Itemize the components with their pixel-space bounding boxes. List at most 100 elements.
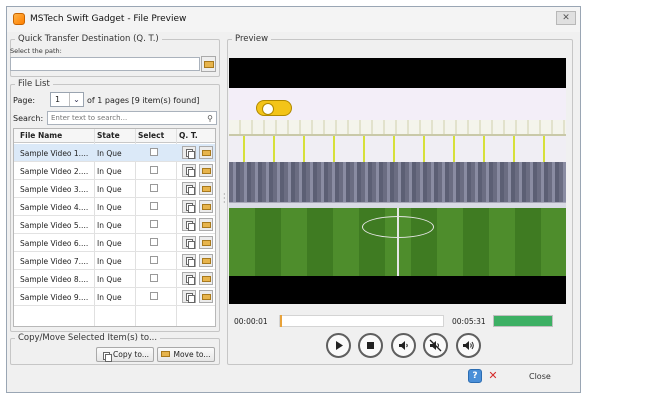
select-checkbox[interactable] (150, 274, 158, 282)
qt-move-button[interactable] (199, 290, 213, 303)
select-checkbox[interactable] (150, 184, 158, 192)
table-row[interactable]: Sample Video 5.... In Que (14, 216, 215, 234)
current-time: 00:00:01 (234, 317, 268, 326)
select-checkbox[interactable] (150, 256, 158, 264)
column-header-qt[interactable]: Q. T. (179, 131, 198, 140)
state-cell: In Que (97, 203, 122, 212)
state-cell: In Que (97, 293, 122, 302)
broadcast-logo (256, 100, 292, 116)
qt-move-button[interactable] (199, 182, 213, 195)
volume-down-button[interactable] (391, 333, 416, 358)
move-to-button[interactable]: Move to... (157, 347, 215, 362)
qt-copy-button[interactable] (182, 146, 196, 159)
play-button[interactable] (326, 333, 351, 358)
app-icon (13, 13, 25, 25)
file-name-cell: Sample Video 2.... (20, 167, 89, 176)
folder-icon (202, 150, 211, 156)
copy-to-button[interactable]: Copy to... (96, 347, 154, 362)
qt-move-button[interactable] (199, 218, 213, 231)
page-select[interactable]: 1 ⌄ (50, 92, 84, 107)
qt-copy-button[interactable] (182, 200, 196, 213)
qt-move-button[interactable] (199, 254, 213, 267)
seek-bar[interactable] (279, 315, 444, 327)
table-row[interactable]: Sample Video 3.... In Que (14, 180, 215, 198)
state-cell: In Que (97, 275, 122, 284)
volume-up-icon (463, 341, 474, 350)
preview-legend: Preview (235, 34, 269, 44)
help-button[interactable]: ? (468, 369, 482, 383)
qt-copy-button[interactable] (182, 290, 196, 303)
select-checkbox[interactable] (150, 148, 158, 156)
table-row[interactable]: Sample Video 8.... In Que (14, 270, 215, 288)
page-select-value: 1 (55, 95, 61, 104)
table-row[interactable]: Sample Video 2.... In Que (14, 162, 215, 180)
state-cell: In Que (97, 257, 122, 266)
folder-icon (202, 276, 211, 282)
column-header-state[interactable]: State (97, 131, 120, 140)
qt-copy-button[interactable] (182, 236, 196, 249)
panel-splitter[interactable]: · · · (223, 191, 226, 207)
chevron-down-icon[interactable]: ⌄ (69, 93, 83, 106)
qt-copy-button[interactable] (182, 182, 196, 195)
select-checkbox[interactable] (150, 292, 158, 300)
move-icon (161, 350, 170, 359)
select-checkbox[interactable] (150, 238, 158, 246)
state-cell: In Que (97, 149, 122, 158)
qt-move-button[interactable] (199, 146, 213, 159)
select-checkbox[interactable] (150, 202, 158, 210)
quick-transfer-legend: Quick Transfer Destination (Q. T.) (18, 34, 159, 44)
title-bar[interactable]: MSTech Swift Gadget - File Preview ✕ (7, 7, 580, 32)
search-field[interactable]: ⚲ (47, 111, 217, 125)
close-button[interactable]: Close (505, 366, 569, 386)
folder-icon (202, 240, 211, 246)
table-row[interactable]: Sample Video 9.... In Que (14, 288, 215, 306)
qt-copy-button[interactable] (182, 254, 196, 267)
volume-down-icon (399, 341, 408, 350)
folder-icon (204, 61, 214, 68)
volume-slider[interactable] (493, 315, 553, 327)
path-input[interactable] (10, 57, 200, 71)
table-row[interactable]: Sample Video 7.... In Que (14, 252, 215, 270)
search-input[interactable] (48, 112, 198, 124)
file-name-cell: Sample Video 6.... (20, 239, 89, 248)
file-name-cell: Sample Video 7.... (20, 257, 89, 266)
file-name-cell: Sample Video 4.... (20, 203, 89, 212)
play-icon (336, 341, 343, 350)
qt-move-button[interactable] (199, 164, 213, 177)
table-row[interactable]: Sample Video 4.... In Que (14, 198, 215, 216)
qt-move-button[interactable] (199, 236, 213, 249)
volume-up-button[interactable] (456, 333, 481, 358)
seek-thumb[interactable] (280, 315, 282, 327)
file-name-cell: Sample Video 3.... (20, 185, 89, 194)
table-row[interactable]: Sample Video 1.... In Que (14, 144, 215, 162)
browse-folder-button[interactable] (201, 56, 216, 72)
video-frame (229, 88, 566, 276)
folder-icon (202, 294, 211, 300)
qt-copy-button[interactable] (182, 218, 196, 231)
mute-icon (429, 339, 442, 352)
path-label: Select the path: (10, 47, 62, 55)
file-name-cell: Sample Video 9.... (20, 293, 89, 302)
select-checkbox[interactable] (150, 220, 158, 228)
stop-button[interactable] (358, 333, 383, 358)
search-label: Search: (13, 114, 44, 123)
page-info: of 1 pages [9 item(s) found] (87, 96, 200, 105)
folder-icon (202, 204, 211, 210)
mute-button[interactable] (423, 333, 448, 358)
column-header-select[interactable]: Select (138, 131, 164, 140)
table-row[interactable]: Sample Video 6.... In Que (14, 234, 215, 252)
qt-move-button[interactable] (199, 272, 213, 285)
qt-move-button[interactable] (199, 200, 213, 213)
state-cell: In Que (97, 185, 122, 194)
cancel-icon[interactable]: ✕ (486, 369, 500, 383)
file-name-cell: Sample Video 5.... (20, 221, 89, 230)
column-header-file-name[interactable]: File Name (20, 131, 62, 140)
state-cell: In Que (97, 239, 122, 248)
search-icon[interactable]: ⚲ (207, 114, 213, 123)
window-close-button[interactable]: ✕ (556, 11, 576, 25)
qt-copy-button[interactable] (182, 164, 196, 177)
folder-icon (202, 168, 211, 174)
video-player[interactable] (229, 58, 566, 304)
select-checkbox[interactable] (150, 166, 158, 174)
qt-copy-button[interactable] (182, 272, 196, 285)
